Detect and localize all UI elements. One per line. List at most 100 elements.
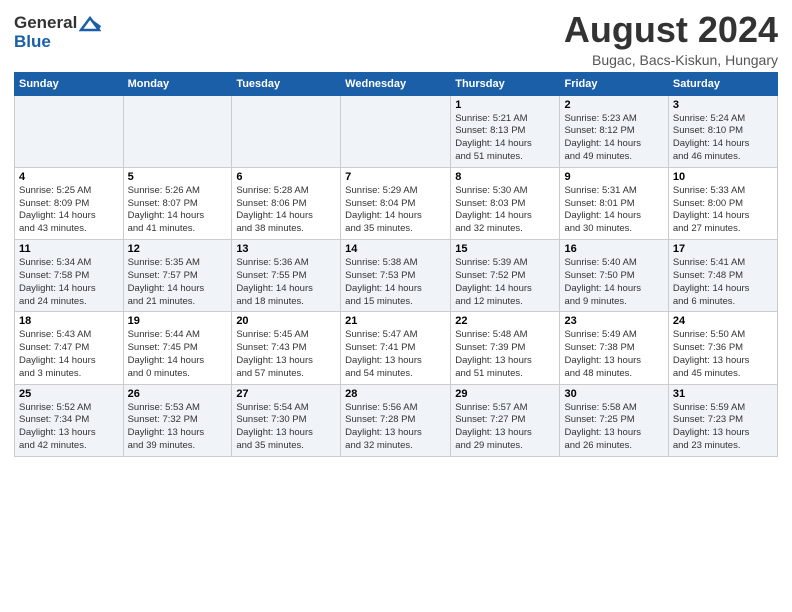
table-row	[232, 95, 341, 167]
day-info: Sunrise: 5:44 AM Sunset: 7:45 PM Dayligh…	[128, 329, 228, 380]
table-row	[15, 95, 124, 167]
table-row: 7 Sunrise: 5:29 AM Sunset: 8:04 PM Daylig…	[341, 167, 451, 239]
logo: General Blue	[14, 14, 101, 51]
day-info: Sunrise: 5:23 AM Sunset: 8:12 PM Dayligh…	[564, 113, 663, 164]
day-number: 27	[236, 388, 336, 400]
title-block: August 2024 Bugac, Bacs-Kiskun, Hungary	[564, 10, 778, 68]
day-number: 11	[19, 243, 119, 255]
table-row: 20 Sunrise: 5:45 AM Sunset: 7:43 PM Dayli…	[232, 312, 341, 384]
day-number: 26	[128, 388, 228, 400]
day-number: 12	[128, 243, 228, 255]
day-info: Sunrise: 5:53 AM Sunset: 7:32 PM Dayligh…	[128, 402, 228, 453]
day-info: Sunrise: 5:24 AM Sunset: 8:10 PM Dayligh…	[673, 113, 773, 164]
day-number: 25	[19, 388, 119, 400]
day-info: Sunrise: 5:41 AM Sunset: 7:48 PM Dayligh…	[673, 257, 773, 308]
day-number: 6	[236, 171, 336, 183]
main-title: August 2024	[564, 10, 778, 50]
day-number: 15	[455, 243, 555, 255]
day-info: Sunrise: 5:52 AM Sunset: 7:34 PM Dayligh…	[19, 402, 119, 453]
subtitle: Bugac, Bacs-Kiskun, Hungary	[564, 52, 778, 68]
table-row: 14 Sunrise: 5:38 AM Sunset: 7:53 PM Dayli…	[341, 240, 451, 312]
day-number: 19	[128, 315, 228, 327]
day-number: 1	[455, 99, 555, 111]
day-number: 17	[673, 243, 773, 255]
day-info: Sunrise: 5:56 AM Sunset: 7:28 PM Dayligh…	[345, 402, 446, 453]
day-info: Sunrise: 5:39 AM Sunset: 7:52 PM Dayligh…	[455, 257, 555, 308]
table-row: 25 Sunrise: 5:52 AM Sunset: 7:34 PM Dayli…	[15, 384, 124, 456]
table-row: 4 Sunrise: 5:25 AM Sunset: 8:09 PM Daylig…	[15, 167, 124, 239]
table-row	[123, 95, 232, 167]
table-row: 3 Sunrise: 5:24 AM Sunset: 8:10 PM Daylig…	[668, 95, 777, 167]
day-number: 16	[564, 243, 663, 255]
col-thursday: Thursday	[451, 72, 560, 95]
day-info: Sunrise: 5:58 AM Sunset: 7:25 PM Dayligh…	[564, 402, 663, 453]
day-info: Sunrise: 5:29 AM Sunset: 8:04 PM Dayligh…	[345, 185, 446, 236]
day-number: 9	[564, 171, 663, 183]
day-number: 21	[345, 315, 446, 327]
table-row: 24 Sunrise: 5:50 AM Sunset: 7:36 PM Dayli…	[668, 312, 777, 384]
table-row: 22 Sunrise: 5:48 AM Sunset: 7:39 PM Dayli…	[451, 312, 560, 384]
calendar: Sunday Monday Tuesday Wednesday Thursday…	[14, 72, 778, 457]
table-row: 5 Sunrise: 5:26 AM Sunset: 8:07 PM Daylig…	[123, 167, 232, 239]
table-row: 27 Sunrise: 5:54 AM Sunset: 7:30 PM Dayli…	[232, 384, 341, 456]
day-info: Sunrise: 5:33 AM Sunset: 8:00 PM Dayligh…	[673, 185, 773, 236]
day-info: Sunrise: 5:49 AM Sunset: 7:38 PM Dayligh…	[564, 329, 663, 380]
table-row: 17 Sunrise: 5:41 AM Sunset: 7:48 PM Dayli…	[668, 240, 777, 312]
day-info: Sunrise: 5:31 AM Sunset: 8:01 PM Dayligh…	[564, 185, 663, 236]
col-tuesday: Tuesday	[232, 72, 341, 95]
table-row: 6Sunrise: 5:28 AM Sunset: 8:06 PM Daylig…	[232, 167, 341, 239]
table-row: 13Sunrise: 5:36 AM Sunset: 7:55 PM Dayli…	[232, 240, 341, 312]
day-number: 31	[673, 388, 773, 400]
table-row: 11 Sunrise: 5:34 AM Sunset: 7:58 PM Dayli…	[15, 240, 124, 312]
day-info: Sunrise: 5:21 AM Sunset: 8:13 PM Dayligh…	[455, 113, 555, 164]
day-number: 18	[19, 315, 119, 327]
day-info: Sunrise: 5:45 AM Sunset: 7:43 PM Dayligh…	[236, 329, 336, 380]
day-number: 4	[19, 171, 119, 183]
day-number: 5	[128, 171, 228, 183]
day-info: Sunrise: 5:59 AM Sunset: 7:23 PM Dayligh…	[673, 402, 773, 453]
day-info: Sunrise: 5:25 AM Sunset: 8:09 PM Dayligh…	[19, 185, 119, 236]
day-number: 23	[564, 315, 663, 327]
day-info: Sunrise: 5:38 AM Sunset: 7:53 PM Dayligh…	[345, 257, 446, 308]
table-row: 26 Sunrise: 5:53 AM Sunset: 7:32 PM Dayli…	[123, 384, 232, 456]
day-number: 3	[673, 99, 773, 111]
table-row: 10 Sunrise: 5:33 AM Sunset: 8:00 PM Dayli…	[668, 167, 777, 239]
day-number: 8	[455, 171, 555, 183]
table-row: 29Sunrise: 5:57 AM Sunset: 7:27 PM Dayli…	[451, 384, 560, 456]
col-saturday: Saturday	[668, 72, 777, 95]
table-row: 9 Sunrise: 5:31 AM Sunset: 8:01 PM Daylig…	[560, 167, 668, 239]
table-row: 19 Sunrise: 5:44 AM Sunset: 7:45 PM Dayli…	[123, 312, 232, 384]
day-number: 7	[345, 171, 446, 183]
table-row: 12 Sunrise: 5:35 AM Sunset: 7:57 PM Dayli…	[123, 240, 232, 312]
table-row: 18 Sunrise: 5:43 AM Sunset: 7:47 PM Dayli…	[15, 312, 124, 384]
day-number: 14	[345, 243, 446, 255]
day-info: Sunrise: 5:35 AM Sunset: 7:57 PM Dayligh…	[128, 257, 228, 308]
day-info: Sunrise: 5:48 AM Sunset: 7:39 PM Dayligh…	[455, 329, 555, 380]
day-info: Sunrise: 5:34 AM Sunset: 7:58 PM Dayligh…	[19, 257, 119, 308]
day-info: Sunrise: 5:54 AM Sunset: 7:30 PM Dayligh…	[236, 402, 336, 453]
table-row: 28Sunrise: 5:56 AM Sunset: 7:28 PM Dayli…	[341, 384, 451, 456]
table-row: 21 Sunrise: 5:47 AM Sunset: 7:41 PM Dayli…	[341, 312, 451, 384]
col-sunday: Sunday	[15, 72, 124, 95]
day-info: Sunrise: 5:30 AM Sunset: 8:03 PM Dayligh…	[455, 185, 555, 236]
table-row: 15 Sunrise: 5:39 AM Sunset: 7:52 PM Dayli…	[451, 240, 560, 312]
table-row	[341, 95, 451, 167]
table-row: 1 Sunrise: 5:21 AM Sunset: 8:13 PM Daylig…	[451, 95, 560, 167]
table-row: 8 Sunrise: 5:30 AM Sunset: 8:03 PM Daylig…	[451, 167, 560, 239]
table-row: 2Sunrise: 5:23 AM Sunset: 8:12 PM Daylig…	[560, 95, 668, 167]
day-number: 22	[455, 315, 555, 327]
day-info: Sunrise: 5:43 AM Sunset: 7:47 PM Dayligh…	[19, 329, 119, 380]
day-number: 20	[236, 315, 336, 327]
day-info: Sunrise: 5:36 AM Sunset: 7:55 PM Dayligh…	[236, 257, 336, 308]
day-info: Sunrise: 5:47 AM Sunset: 7:41 PM Dayligh…	[345, 329, 446, 380]
day-info: Sunrise: 5:50 AM Sunset: 7:36 PM Dayligh…	[673, 329, 773, 380]
day-number: 10	[673, 171, 773, 183]
logo-icon	[79, 16, 101, 32]
col-friday: Friday	[560, 72, 668, 95]
day-number: 24	[673, 315, 773, 327]
day-info: Sunrise: 5:40 AM Sunset: 7:50 PM Dayligh…	[564, 257, 663, 308]
table-row: 16 Sunrise: 5:40 AM Sunset: 7:50 PM Dayli…	[560, 240, 668, 312]
table-row: 31 Sunrise: 5:59 AM Sunset: 7:23 PM Dayli…	[668, 384, 777, 456]
day-info: Sunrise: 5:26 AM Sunset: 8:07 PM Dayligh…	[128, 185, 228, 236]
day-info: Sunrise: 5:57 AM Sunset: 7:27 PM Dayligh…	[455, 402, 555, 453]
